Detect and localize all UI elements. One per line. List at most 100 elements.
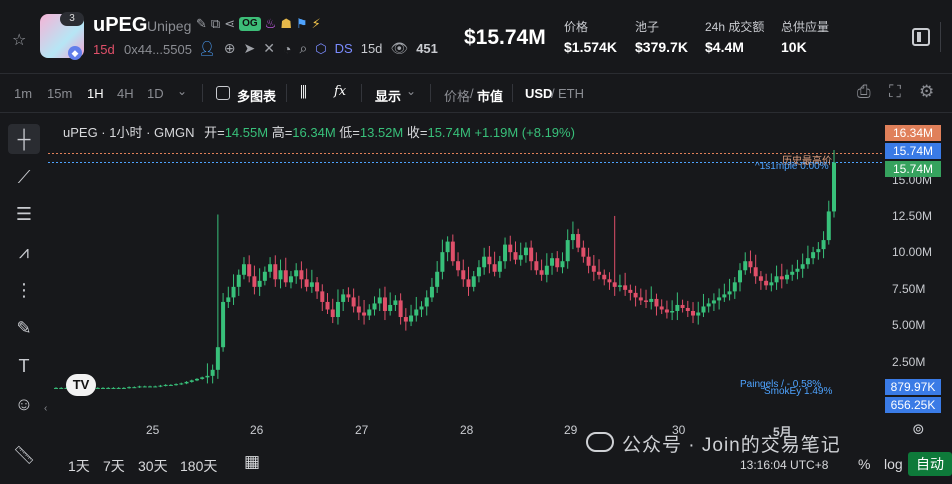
chevron-down-icon[interactable]: ⌄ (406, 84, 416, 98)
interval-15m[interactable]: 15m (47, 86, 72, 101)
open-label: 开= (204, 125, 225, 140)
range-7d[interactable]: 7天 (103, 456, 125, 476)
interval-4h[interactable]: 4H (117, 86, 134, 101)
expand-icon[interactable]: ⛶ (889, 82, 901, 102)
twitter-icon[interactable]: ✕ (263, 40, 275, 57)
candle-type-icon[interactable]: ⫼ (300, 84, 307, 101)
slash: / (551, 86, 555, 101)
candle (215, 214, 220, 379)
candle (221, 293, 226, 352)
candle (142, 385, 147, 388)
settings-icon[interactable]: ⚙ (919, 82, 934, 102)
auto-scale-button[interactable]: 自动 (908, 452, 952, 476)
star-icon[interactable]: ☆ (12, 30, 26, 50)
multi-chart-checkbox[interactable] (216, 86, 230, 100)
candle (184, 381, 189, 385)
candle (503, 237, 508, 269)
candle (168, 384, 173, 386)
stat-pool: 池子 $379.7K (635, 18, 688, 55)
candle (315, 277, 320, 299)
candle (409, 304, 414, 327)
range-1d[interactable]: 1天 (68, 456, 90, 476)
candle (623, 272, 628, 296)
candlestick-chart[interactable] (48, 114, 884, 414)
multi-chart-label[interactable]: 多图表 (237, 86, 276, 105)
mcap-toggle[interactable]: 市值 (477, 86, 503, 105)
candle (236, 269, 241, 296)
scroll-left-icon[interactable]: ‹ (44, 403, 47, 414)
eth-toggle[interactable]: ETH (558, 86, 584, 101)
candle (59, 387, 64, 389)
x-tick: 26 (250, 423, 264, 437)
share-icon[interactable]: ⋖ (224, 16, 235, 32)
candle (664, 300, 669, 319)
candle (445, 236, 450, 262)
candle (121, 387, 126, 389)
market-cap: $15.74M (464, 26, 546, 49)
panel-toggle-icon[interactable] (912, 28, 930, 46)
candle (748, 250, 753, 274)
pattern-icon[interactable]: ⩘ (8, 237, 40, 267)
contract-address[interactable]: 0x44...5505 (124, 42, 192, 57)
low-value: 13.52M (359, 125, 404, 140)
candle (487, 245, 492, 274)
emoji-icon[interactable]: ☺ (8, 389, 40, 419)
candle (116, 387, 121, 389)
divider (361, 84, 362, 102)
candle (670, 300, 675, 321)
copy-icon[interactable]: ⧉ (211, 16, 220, 32)
candle (675, 292, 680, 321)
candle (226, 286, 231, 308)
range-30d[interactable]: 30天 (138, 456, 168, 476)
edit-icon[interactable]: ✎ (196, 16, 207, 32)
candle (252, 265, 257, 295)
fib-lines-icon[interactable]: ☰ (8, 199, 40, 229)
candle (194, 378, 199, 382)
y-tick: 2.50M (892, 355, 926, 369)
interval-1h[interactable]: 1H (87, 86, 104, 101)
candle (717, 288, 722, 310)
candle (424, 290, 429, 316)
search-icon[interactable]: ⌕ (299, 40, 307, 57)
camera-icon[interactable]: ⎙ (857, 82, 871, 102)
candle (54, 387, 58, 389)
candle (111, 387, 116, 389)
interval-1m[interactable]: 1m (14, 86, 32, 101)
user-icon[interactable]: 👤︎ (198, 40, 216, 57)
crosshair-icon[interactable]: ┼ (8, 124, 40, 154)
candle (419, 301, 424, 318)
calendar-icon[interactable]: ▦ (244, 452, 260, 472)
brush-icon[interactable]: ✎ (8, 313, 40, 343)
log-toggle[interactable]: log (884, 456, 903, 472)
chart-icon[interactable]: ◔ (283, 41, 291, 57)
percent-toggle[interactable]: % (858, 456, 870, 472)
scale-settings-icon[interactable]: ⊚ (912, 420, 925, 438)
stat-label: 价格 (564, 20, 589, 34)
candle (581, 240, 586, 263)
trendline-icon[interactable]: ⟋ (8, 162, 40, 192)
candle (680, 299, 685, 313)
candle (764, 273, 769, 290)
dexscreener-icon[interactable]: ⬡ (315, 41, 326, 57)
indicators-icon[interactable]: fx (334, 84, 346, 99)
measure-icon[interactable]: ⋮ (8, 275, 40, 305)
range-180d[interactable]: 180天 (180, 456, 217, 476)
usd-toggle[interactable]: USD (525, 86, 552, 101)
candle (257, 268, 262, 296)
candle (811, 246, 816, 265)
price-toggle[interactable]: 价格 (444, 86, 470, 105)
ruler-icon[interactable]: 📏︎ (8, 440, 40, 470)
candle (560, 252, 565, 274)
candle (106, 387, 111, 389)
candle (351, 288, 356, 313)
candle (367, 304, 372, 321)
candle (476, 260, 481, 283)
interval-1d[interactable]: 1D (147, 86, 164, 101)
text-icon[interactable]: T (8, 351, 40, 381)
telegram-icon[interactable]: ➤ (244, 40, 256, 57)
divider (512, 84, 513, 102)
stat-label: 24h 成交额 (705, 20, 765, 34)
chevron-down-icon[interactable]: ⌄ (177, 84, 187, 98)
website-icon[interactable]: ⊕ (224, 40, 236, 57)
display-menu[interactable]: 显示 (375, 86, 401, 105)
